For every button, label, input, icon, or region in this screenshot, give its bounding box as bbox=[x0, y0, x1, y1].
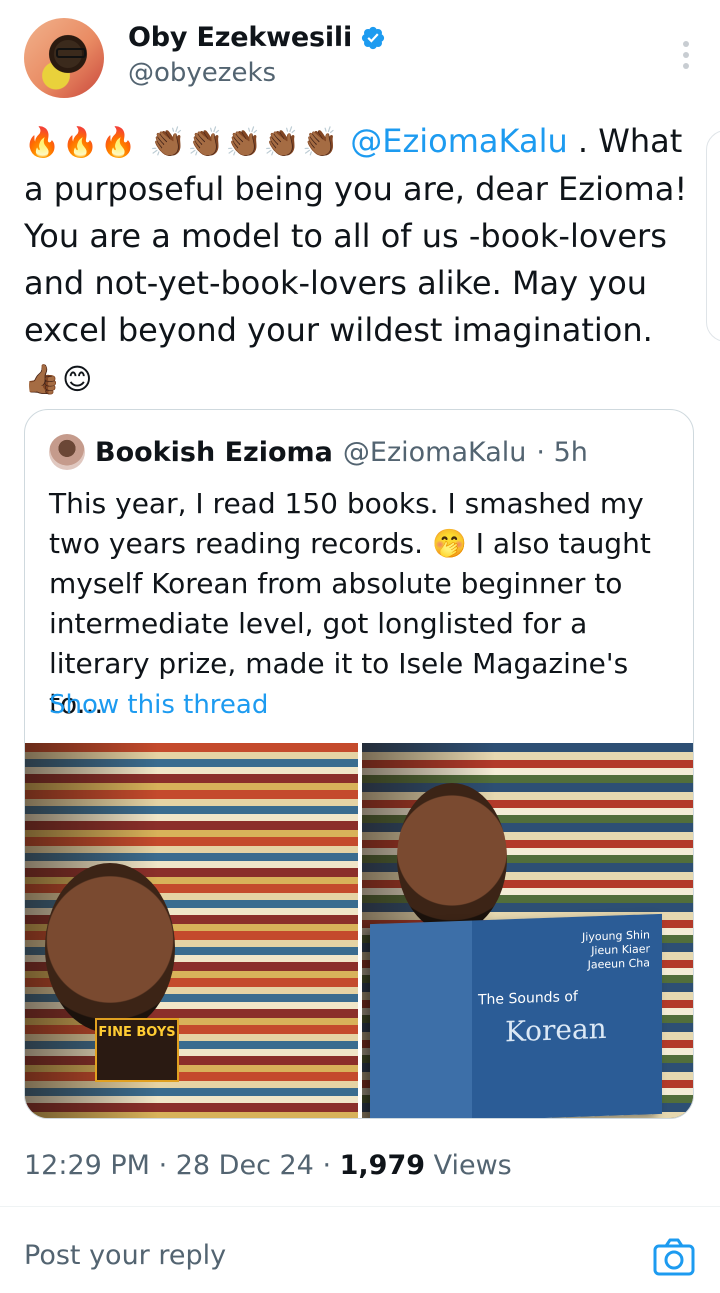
author-name-row: Oby Ezekwesili bbox=[128, 22, 386, 53]
quoted-tweet-card[interactable]: Bookish Ezioma @EziomaKalu · 5h This yea… bbox=[24, 409, 694, 1119]
tweet-meta: 12:29 PM · 28 Dec 24 · 1,979 Views bbox=[24, 1150, 512, 1181]
divider bbox=[0, 1206, 720, 1207]
book-title-line-1: The Sounds of bbox=[478, 988, 578, 1009]
tweet-header: Oby Ezekwesili @obyezeks bbox=[24, 18, 704, 102]
tweet-detail-page: Oby Ezekwesili @obyezeks 🔥🔥🔥 👏🏾👏🏾👏🏾👏🏾👏🏾 … bbox=[0, 0, 720, 1293]
book-cover-sounds-of-korean: Jiyoung Shin Jieun Kiaer Jaeeun Cha The … bbox=[370, 913, 662, 1118]
tweet-date: 28 Dec 24 bbox=[175, 1150, 314, 1181]
tweet-lead-emojis: 🔥🔥🔥 👏🏾👏🏾👏🏾👏🏾👏🏾 bbox=[24, 125, 341, 159]
meta-separator: · bbox=[313, 1150, 340, 1181]
book-authors: Jiyoung Shin Jieun Kiaer Jaeeun Cha bbox=[582, 928, 650, 972]
reply-input[interactable]: Post your reply bbox=[24, 1240, 226, 1271]
author-avatar[interactable] bbox=[24, 18, 104, 98]
show-thread-link[interactable]: Show this thread bbox=[49, 690, 268, 720]
quoted-author-name: Bookish Ezioma bbox=[95, 436, 333, 468]
quoted-tweet-header: Bookish Ezioma @EziomaKalu · 5h bbox=[49, 434, 588, 470]
author-display-name[interactable]: Oby Ezekwesili bbox=[128, 22, 352, 53]
reply-composer: Post your reply bbox=[24, 1237, 696, 1281]
tweet-mention-suffix: . bbox=[567, 122, 589, 160]
quoted-tweet-photos: FINE BOYS Jiyoung Shin Jieun Kiaer Jaeeu… bbox=[25, 743, 693, 1118]
tweet-end-emojis: 👍🏾😊 bbox=[24, 362, 95, 396]
avatar-glasses bbox=[56, 48, 86, 58]
views-label: Views bbox=[425, 1150, 512, 1181]
photo-person bbox=[45, 863, 175, 1033]
next-tweet-edge bbox=[706, 130, 720, 342]
photo-person bbox=[397, 783, 507, 933]
camera-icon[interactable] bbox=[652, 1237, 696, 1277]
tweet-text: 🔥🔥🔥 👏🏾👏🏾👏🏾👏🏾👏🏾 @EziomaKalu . What a purp… bbox=[24, 118, 700, 403]
tweet-time: 12:29 PM bbox=[24, 1150, 150, 1181]
quoted-tweet-time: · 5h bbox=[536, 436, 588, 468]
quoted-author-handle: @EziomaKalu bbox=[342, 436, 527, 468]
quoted-author-avatar bbox=[49, 434, 85, 470]
tweet-mention-link[interactable]: @EziomaKalu bbox=[350, 122, 567, 160]
quoted-tweet-text: This year, I read 150 books. I smashed m… bbox=[49, 487, 651, 720]
book-cover-fine-boys: FINE BOYS bbox=[95, 1018, 179, 1082]
author-handle[interactable]: @obyezeks bbox=[128, 58, 276, 88]
verified-badge-icon bbox=[361, 26, 385, 49]
book-author: Jaeeun Cha bbox=[587, 956, 650, 972]
photo-bookshelf-left[interactable]: FINE BOYS bbox=[25, 743, 358, 1118]
photo-bookshelf-right[interactable]: Jiyoung Shin Jieun Kiaer Jaeeun Cha The … bbox=[362, 743, 693, 1118]
book-title-line-2: Korean bbox=[505, 1011, 607, 1049]
views-count[interactable]: 1,979 bbox=[340, 1150, 425, 1181]
more-vertical-icon[interactable] bbox=[674, 38, 698, 74]
meta-separator: · bbox=[149, 1150, 176, 1181]
